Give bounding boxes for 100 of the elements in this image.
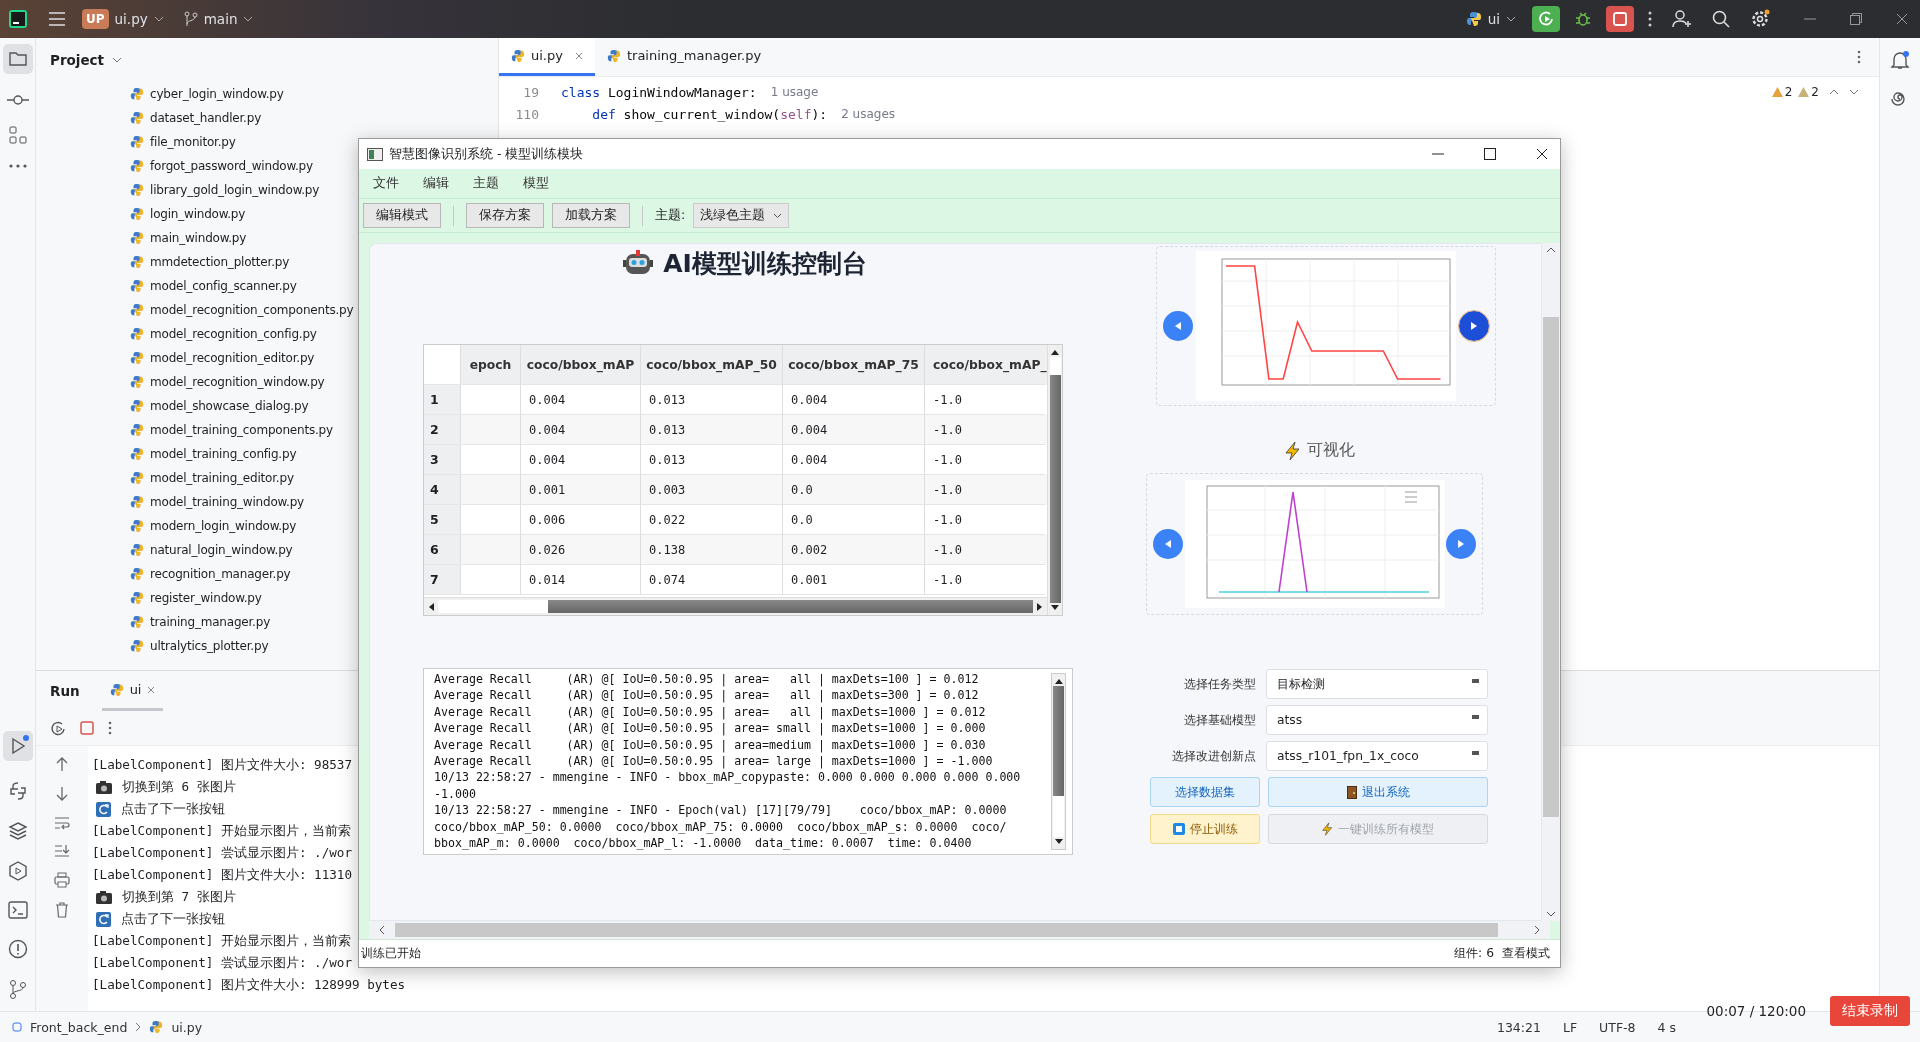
down-arrow-icon[interactable] [56,786,68,802]
layers-icon[interactable] [7,821,28,841]
stop-icon[interactable] [80,721,94,735]
toolbar-button[interactable]: 加载方案 [552,203,630,228]
file-item[interactable]: login_window.py [150,207,246,221]
end-recording-button[interactable]: 结束录制 [1830,996,1910,1026]
scroll-thumb[interactable] [1543,317,1559,817]
select-field[interactable]: 目标检测 [1266,669,1488,699]
scroll-down-icon[interactable] [1051,605,1059,611]
project-selector[interactable]: ui.py [114,11,148,27]
maximize-icon[interactable] [1484,148,1496,160]
column-header[interactable]: coco/bbox_mAP_75 [783,345,925,385]
file-item[interactable]: model_recognition_editor.py [150,351,315,365]
soft-wrap-icon[interactable] [54,816,70,830]
action-button[interactable]: 退出系统 [1268,777,1488,807]
horizontal-scrollbar[interactable] [424,597,1047,615]
scroll-down-icon[interactable] [1054,839,1063,845]
scroll-right-icon[interactable] [1534,925,1540,935]
status-item[interactable]: UTF-8 [1599,1019,1636,1035]
vertical-scrollbar[interactable] [1051,673,1066,850]
usage-hint[interactable]: 2 usages [841,107,896,121]
file-item[interactable]: mmdetection_plotter.py [150,255,290,269]
file-item[interactable]: recognition_manager.py [150,567,291,581]
editor-tab[interactable]: training_manager.py [594,38,774,76]
debug-icon[interactable] [1574,10,1592,28]
column-header[interactable]: coco/bbox_mAP [521,345,641,385]
more-icon[interactable] [8,164,27,168]
scroll-thumb[interactable] [1049,375,1061,603]
vertical-scrollbar[interactable] [1542,243,1560,921]
file-item[interactable]: model_recognition_components.py [150,303,354,317]
file-item[interactable]: model_config_scanner.py [150,279,297,293]
menu-icon[interactable] [48,11,66,27]
select-field[interactable]: atss [1266,705,1488,735]
scroll-right-icon[interactable] [1035,602,1043,611]
folder-icon[interactable] [2,44,33,74]
search-icon[interactable] [1712,10,1730,28]
scroll-up-icon[interactable] [1054,678,1063,684]
up-arrow-icon[interactable] [56,756,68,772]
scroll-thumb[interactable] [1053,686,1064,796]
scroll-up-icon[interactable] [1546,247,1556,253]
toolbar-button[interactable]: 编辑模式 [363,203,441,228]
more-icon[interactable] [1648,11,1652,27]
horizontal-scrollbar[interactable] [369,921,1550,939]
up-icon[interactable] [1829,89,1839,95]
menu-item[interactable]: 编辑 [423,175,449,192]
run-icon[interactable] [2,731,33,761]
toolbar-button[interactable]: 保存方案 [466,203,544,228]
previous-button[interactable] [1153,529,1183,559]
down-icon[interactable] [1849,89,1859,95]
terminal-icon[interactable] [7,901,28,919]
breadcrumb-item[interactable]: ui.py [171,1019,203,1035]
add-user-icon[interactable] [1672,10,1692,28]
settings-icon[interactable] [1750,9,1770,29]
file-item[interactable]: model_training_editor.py [150,471,294,485]
menu-item[interactable]: 文件 [373,175,399,192]
scroll-up-icon[interactable] [1051,349,1059,355]
warning-count[interactable]: 2 [1771,85,1793,99]
column-header[interactable]: epoch [461,345,521,385]
file-item[interactable]: model_recognition_config.py [150,327,317,341]
trash-icon[interactable] [55,902,69,918]
select-field[interactable]: atss_r101_fpn_1x_coco [1266,741,1488,771]
breadcrumb-item[interactable]: Front_back_end [30,1019,128,1035]
panel-title[interactable]: Project [50,52,105,68]
close-icon[interactable] [1536,148,1548,160]
file-item[interactable]: main_window.py [150,231,247,245]
scroll-left-icon[interactable] [428,602,436,611]
status-item[interactable]: LF [1562,1019,1578,1035]
branch-selector[interactable]: main [203,11,238,27]
file-item[interactable]: forgot_password_window.py [150,159,313,173]
file-item[interactable]: model_recognition_window.py [150,375,325,389]
file-item[interactable]: model_showcase_dialog.py [150,399,309,413]
menu-item[interactable]: 主题 [473,175,499,192]
git-icon[interactable] [8,979,27,999]
restore-icon[interactable] [1850,13,1862,25]
app-logo-icon[interactable] [8,9,28,29]
file-item[interactable]: model_training_window.py [150,495,304,509]
status-item[interactable]: 134:21 [1496,1019,1541,1035]
scroll-down-icon[interactable] [1546,911,1556,917]
rerun-icon[interactable] [50,720,66,736]
file-item[interactable]: modern_login_window.py [150,519,297,533]
warning-count[interactable]: 2 [1798,85,1819,99]
file-item[interactable]: library_gold_login_window.py [150,183,320,197]
run-config-selector[interactable]: ui [1487,11,1500,27]
file-item[interactable]: model_training_components.py [150,423,333,437]
structure-icon[interactable] [8,126,27,144]
more-icon[interactable] [1857,50,1861,64]
file-item[interactable]: file_monitor.py [150,135,236,149]
file-item[interactable]: ultralytics_plotter.py [150,639,269,653]
theme-dropdown[interactable]: 浅绿色主题 [693,203,790,228]
column-header[interactable]: coco/bbox_mAP_50 [641,345,783,385]
next-button[interactable] [1459,311,1489,341]
more-icon[interactable] [108,721,112,735]
file-item[interactable]: training_manager.py [150,615,271,629]
print-icon[interactable] [54,872,70,888]
vertical-scrollbar[interactable] [1047,345,1062,615]
notifications-icon[interactable] [1890,50,1910,70]
editor-tab[interactable]: ui.py [499,38,595,76]
file-item[interactable]: natural_login_window.py [150,543,293,557]
action-button[interactable]: 停止训练 [1150,814,1260,844]
file-item[interactable]: model_training_config.py [150,447,297,461]
